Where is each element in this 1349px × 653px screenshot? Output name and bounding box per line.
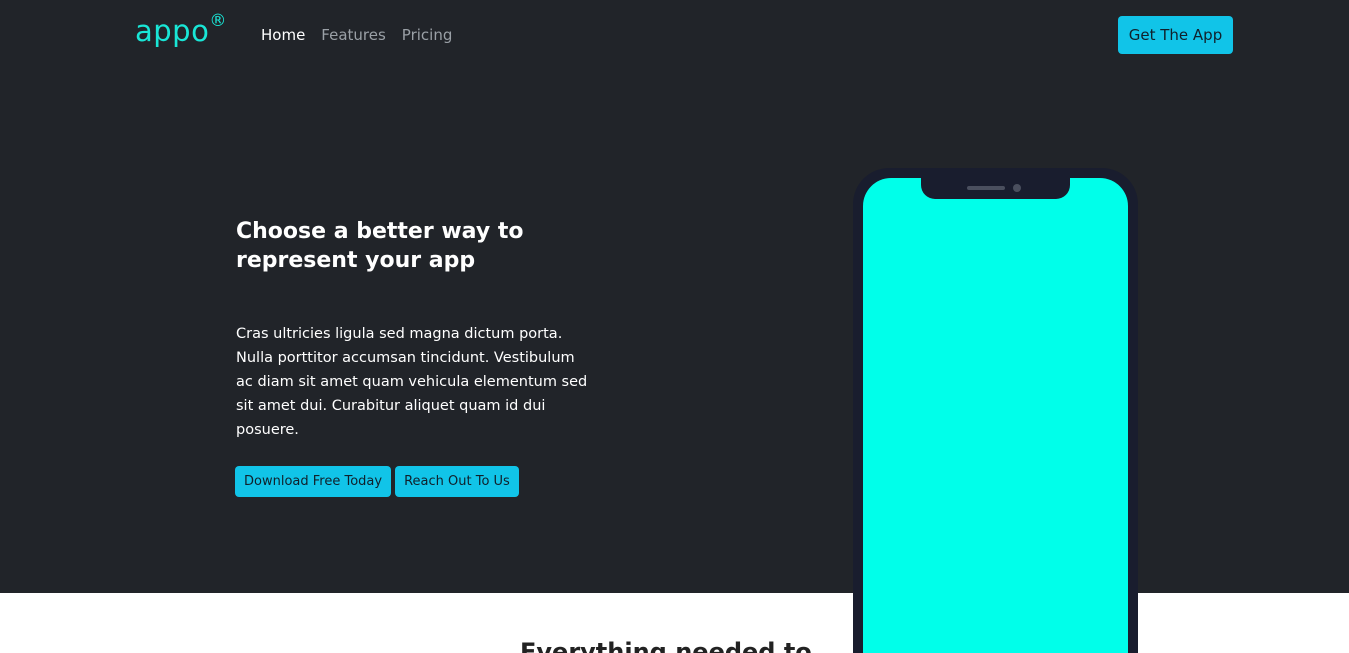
brand-logo[interactable]: appo® [135, 11, 227, 48]
section-title: Everything needed to [520, 638, 812, 653]
logo-text: appo [135, 14, 210, 48]
hero-description: Cras ultricies ligula sed magna dictum p… [236, 326, 588, 438]
camera-icon [1013, 184, 1021, 192]
registered-mark: ® [209, 11, 227, 32]
nav-link-home[interactable]: Home [261, 26, 305, 44]
hero-section: appo® Home Features Pricing Get The App … [0, 0, 1349, 593]
hero-buttons: Download Free Today Reach Out To Us [235, 466, 519, 497]
phone-screen [863, 178, 1128, 653]
reach-out-button[interactable]: Reach Out To Us [395, 466, 519, 497]
speaker-icon [967, 186, 1005, 190]
get-the-app-button[interactable]: Get The App [1118, 16, 1233, 54]
top-navbar: appo® Home Features Pricing Get The App [0, 0, 1349, 72]
nav-link-pricing[interactable]: Pricing [402, 26, 453, 44]
phone-mockup [853, 168, 1138, 653]
nav-links: Home Features Pricing [261, 26, 452, 44]
phone-notch [921, 178, 1070, 199]
download-free-button[interactable]: Download Free Today [235, 466, 392, 497]
hero-title: Choose a better way to represent your ap… [236, 219, 524, 273]
nav-link-features[interactable]: Features [321, 26, 386, 44]
